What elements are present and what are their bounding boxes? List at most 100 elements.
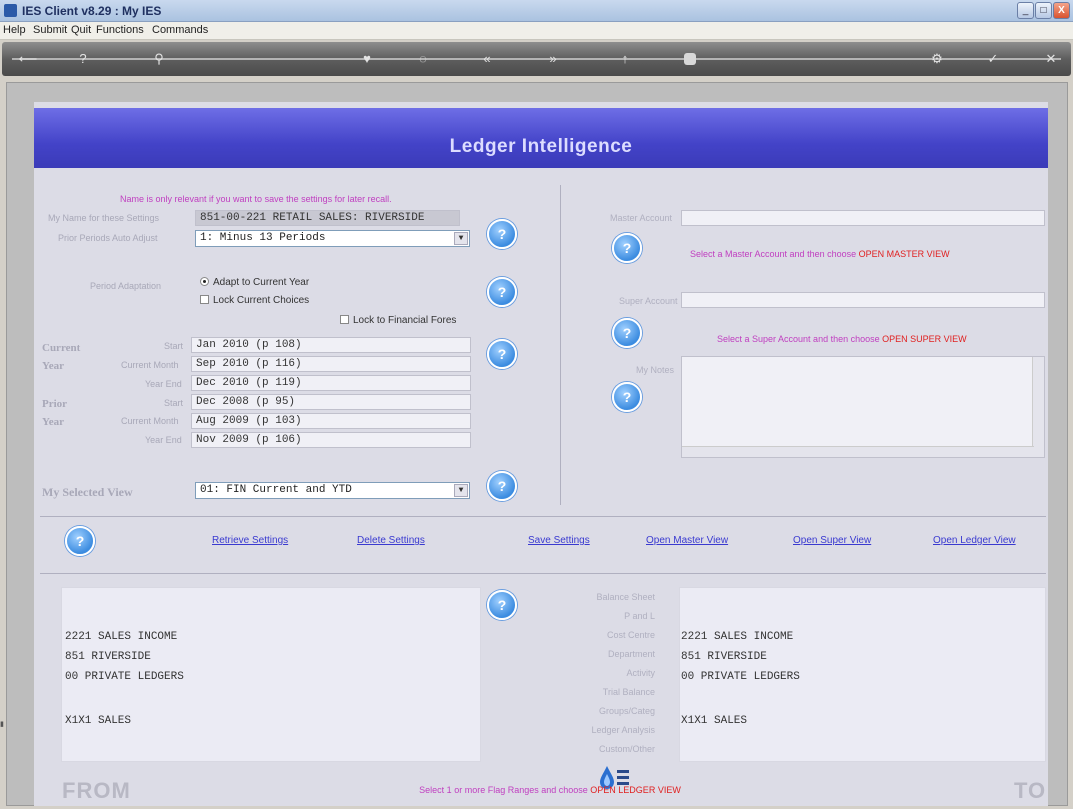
title-bar: IES Client v8.29 : My IES _ □ X	[0, 0, 1073, 22]
flag-cost-centre[interactable]: Cost Centre	[520, 630, 655, 640]
flag-trial-balance[interactable]: Trial Balance	[520, 687, 655, 697]
flag-activity[interactable]: Activity	[520, 668, 655, 678]
prior-year-label-2: Year	[42, 416, 64, 428]
super-hint-text: Select a Super Account and then choose	[717, 334, 880, 344]
forward-icon[interactable]: »	[542, 48, 564, 70]
toolbar: ⟵ ? ⚲ ♥ ◌ « » ↑ ⚙ ✓ ✕	[2, 42, 1071, 76]
menu-submit[interactable]: Submit	[33, 24, 67, 36]
master-account-field[interactable]	[681, 210, 1045, 226]
banner: Ledger Intelligence	[34, 108, 1048, 168]
open-master-view-link[interactable]: Open Master View	[646, 535, 728, 546]
settings-name-field[interactable]: 851-00-221 RETAIL SALES: RIVERSIDE	[195, 210, 460, 226]
help-button-settings[interactable]: ?	[487, 219, 517, 249]
actions-top-divider	[40, 516, 1046, 517]
flag-range-list: Balance Sheet P and L Cost Centre Depart…	[520, 592, 655, 762]
selected-view-select[interactable]: 01: FIN Current and YTD ▼	[195, 482, 470, 499]
footer-hint-action: OPEN LEDGER VIEW	[590, 785, 681, 795]
help-button-notes[interactable]: ?	[612, 382, 642, 412]
retrieve-settings-link[interactable]: Retrieve Settings	[212, 535, 288, 546]
settings-icon[interactable]: ⚙	[926, 48, 948, 70]
to-line-category: X1X1 SALES	[681, 715, 748, 727]
up-icon[interactable]: ↑	[614, 48, 636, 70]
current-start-label: Start	[164, 341, 184, 351]
notes-horizontal-scrollbar[interactable]	[682, 446, 1034, 457]
open-ledger-view-link[interactable]: Open Ledger View	[933, 535, 1016, 546]
check-icon[interactable]: ✓	[982, 48, 1004, 70]
notes-textarea[interactable]	[681, 356, 1045, 458]
help-button-view[interactable]: ?	[487, 471, 517, 501]
lock-financial-checkbox[interactable]: Lock to Financial Fores	[340, 315, 456, 326]
help-button-master[interactable]: ?	[612, 233, 642, 263]
prior-month-field[interactable]: Aug 2009 (p 103)	[191, 413, 471, 429]
prior-year-label: Prior	[42, 398, 68, 410]
lock-financial-label: Lock to Financial Fores	[353, 315, 457, 326]
flag-groups-categ[interactable]: Groups/Categ	[520, 706, 655, 716]
app-icon	[4, 4, 17, 17]
notes-vertical-scrollbar[interactable]	[1032, 357, 1044, 457]
search-icon[interactable]: ⚲	[148, 48, 170, 70]
current-month-field[interactable]: Sep 2010 (p 116)	[191, 356, 471, 372]
save-settings-link[interactable]: Save Settings	[528, 535, 590, 546]
prior-periods-select[interactable]: 1: Minus 13 Periods ▼	[195, 230, 470, 247]
prior-end-field[interactable]: Nov 2009 (p 106)	[191, 432, 471, 448]
flag-p-and-l[interactable]: P and L	[520, 611, 655, 621]
master-hint: Select a Master Account and then choose …	[690, 249, 950, 259]
current-year-label: Current	[42, 342, 81, 354]
window-title: IES Client v8.29 : My IES	[22, 4, 162, 18]
close-button[interactable]: X	[1053, 2, 1070, 19]
super-account-field[interactable]	[681, 292, 1045, 308]
prior-start-field[interactable]: Dec 2008 (p 95)	[191, 394, 471, 410]
prior-month-label: Current Month	[121, 416, 179, 426]
to-line-ledger: 2221 SALES INCOME	[681, 631, 794, 643]
menu-commands[interactable]: Commands	[152, 24, 208, 36]
flag-custom-other[interactable]: Custom/Other	[520, 744, 655, 754]
to-line-branch: 851 RIVERSIDE	[681, 651, 767, 663]
back-arrow-icon[interactable]: ⟵	[10, 48, 46, 70]
radio-selected-icon	[200, 277, 209, 286]
lock-current-choices-label: Lock Current Choices	[213, 295, 310, 306]
from-line-group: 00 PRIVATE LEDGERS	[65, 671, 184, 683]
lock-current-choices-checkbox[interactable]: Lock Current Choices	[200, 295, 309, 306]
selected-view-value: 01: FIN Current and YTD	[200, 484, 352, 496]
menu-help[interactable]: Help	[3, 24, 26, 36]
delete-settings-link[interactable]: Delete Settings	[357, 535, 425, 546]
settings-name-hint: Name is only relevant if you want to sav…	[120, 194, 392, 204]
menu-functions[interactable]: Functions	[96, 24, 144, 36]
chevron-down-icon[interactable]: ▼	[454, 232, 468, 245]
minimize-button[interactable]: _	[1017, 2, 1034, 19]
rewind-icon[interactable]: «	[476, 48, 498, 70]
selected-view-label: My Selected View	[42, 485, 133, 499]
flag-ledger-analysis[interactable]: Ledger Analysis	[520, 725, 655, 735]
footer-hint-text: Select 1 or more Flag Ranges and choose	[419, 785, 588, 795]
help-button-actions[interactable]: ?	[65, 526, 95, 556]
refresh-icon[interactable]: ◌	[412, 48, 434, 70]
help-icon[interactable]: ?	[72, 48, 94, 70]
prior-start-label: Start	[164, 398, 184, 408]
to-line-group: 00 PRIVATE LEDGERS	[681, 671, 800, 683]
help-button-periods[interactable]: ?	[487, 339, 517, 369]
current-start-field[interactable]: Jan 2010 (p 108)	[191, 337, 471, 353]
current-end-label: Year End	[145, 379, 182, 389]
actions-bottom-divider	[40, 573, 1046, 574]
adapt-current-year-label: Adapt to Current Year	[213, 277, 310, 288]
adapt-current-year-radio[interactable]: Adapt to Current Year	[200, 277, 309, 288]
to-label: TO	[1014, 778, 1047, 803]
help-button-adaptation[interactable]: ?	[487, 277, 517, 307]
flag-balance-sheet[interactable]: Balance Sheet	[520, 592, 655, 602]
flag-department[interactable]: Department	[520, 649, 655, 659]
toolbar-close-icon[interactable]: ✕	[1040, 48, 1062, 70]
page-title: Ledger Intelligence	[449, 136, 633, 157]
prior-periods-value: 1: Minus 13 Periods	[200, 232, 326, 244]
maximize-button[interactable]: □	[1035, 2, 1052, 19]
settings-name-label: My Name for these Settings	[48, 213, 160, 223]
help-button-flags[interactable]: ?	[487, 590, 517, 620]
heart-icon[interactable]: ♥	[356, 48, 378, 70]
menu-quit[interactable]: Quit	[71, 24, 91, 36]
side-edge-marker: ▮	[0, 721, 4, 728]
help-button-super[interactable]: ?	[612, 318, 642, 348]
stop-icon[interactable]	[684, 53, 696, 65]
current-end-field[interactable]: Dec 2010 (p 119)	[191, 375, 471, 391]
chevron-down-icon[interactable]: ▼	[454, 484, 468, 497]
open-super-view-link[interactable]: Open Super View	[793, 535, 871, 546]
period-adaptation-label: Period Adaptation	[90, 281, 162, 291]
